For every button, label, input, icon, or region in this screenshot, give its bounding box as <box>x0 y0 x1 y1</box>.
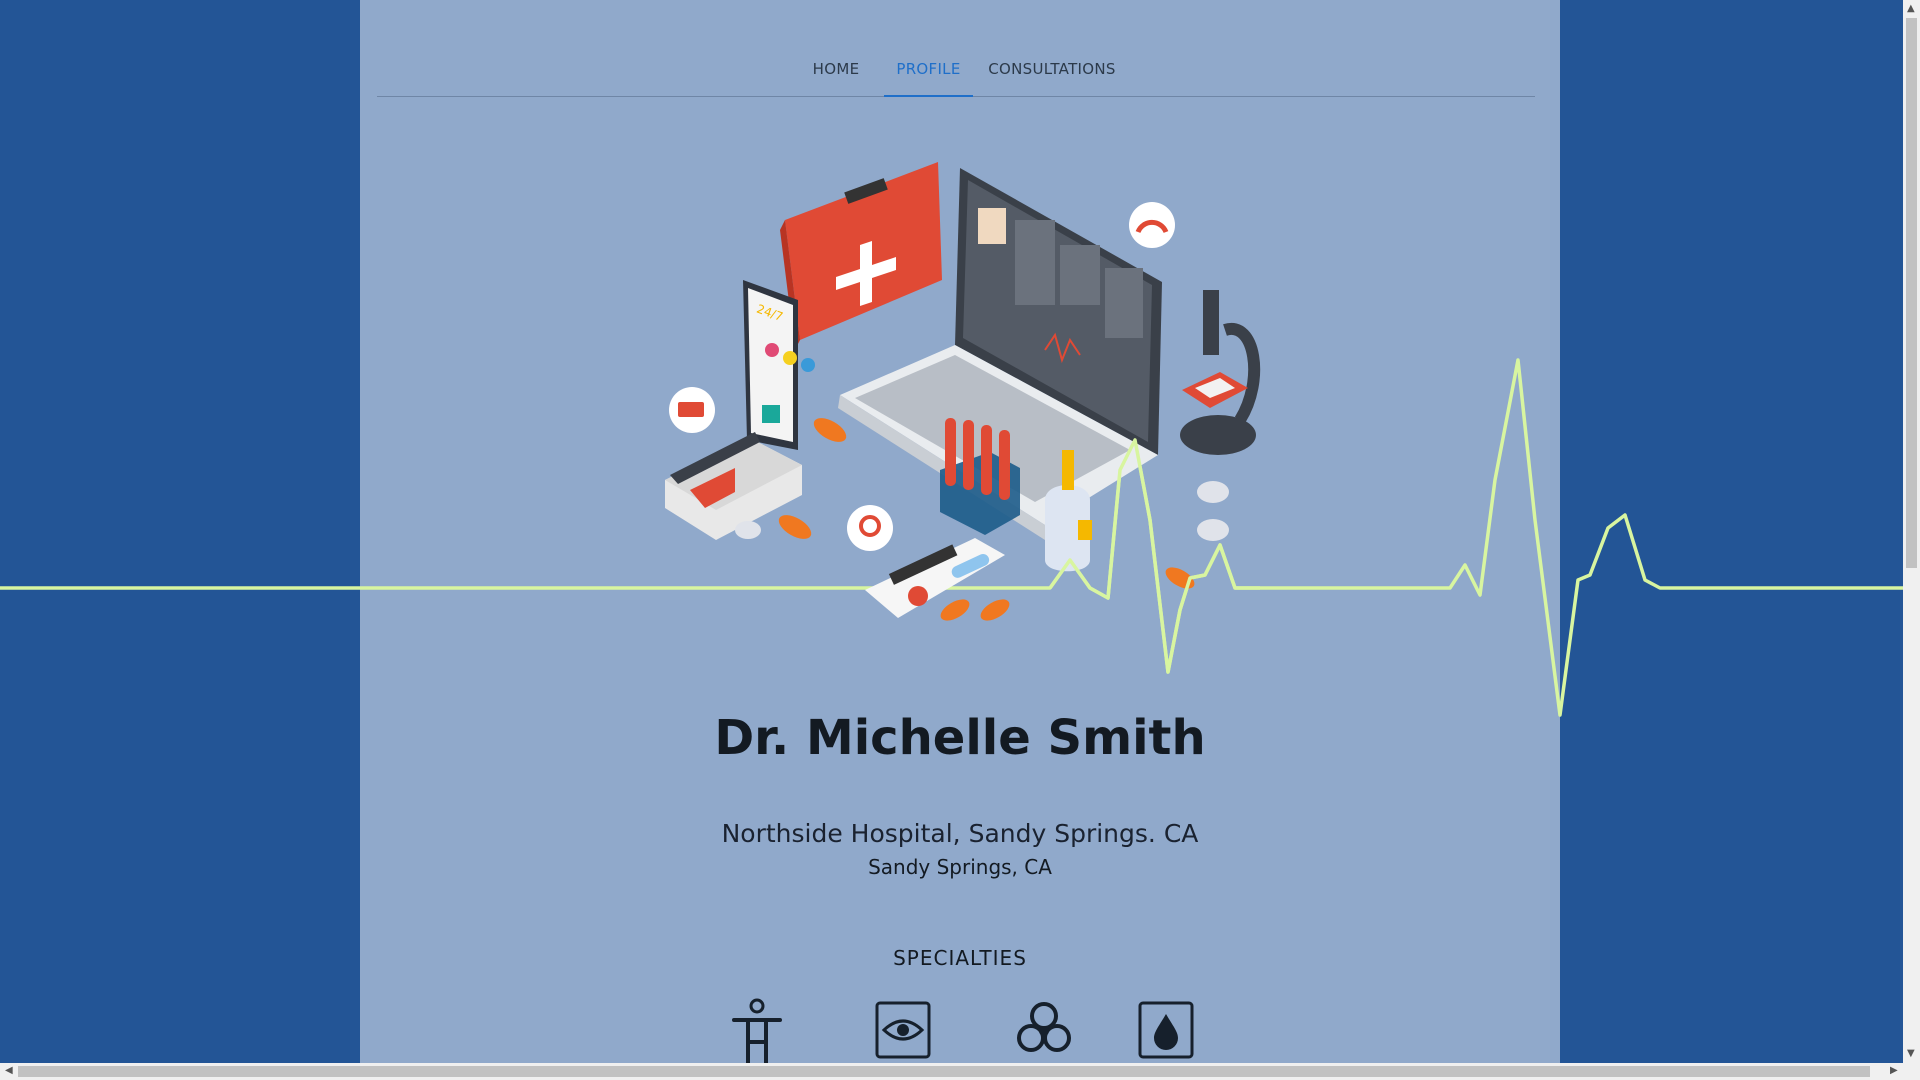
tab-consultations[interactable]: CONSULTATIONS <box>985 60 1119 97</box>
doctor-name: Dr. Michelle Smith <box>714 710 1206 766</box>
scroll-down-icon[interactable]: ▼ <box>1907 1048 1915 1059</box>
biohazard-icon[interactable] <box>1013 998 1075 1063</box>
scroll-right-icon[interactable]: ▶ <box>1890 1065 1898 1076</box>
microscope-icon <box>1180 290 1261 455</box>
scroll-left-icon[interactable]: ◀ <box>5 1065 13 1076</box>
first-aid-kit <box>780 162 942 350</box>
specialties-title: SPECIALTIES <box>893 946 1027 970</box>
horizontal-scroll-thumb[interactable] <box>18 1066 1870 1077</box>
vertical-scroll-thumb[interactable] <box>1906 18 1917 568</box>
hospital-name: Northside Hospital, Sandy Springs. CA <box>721 819 1199 848</box>
main-nav: HOME PROFILE CONSULTATIONS <box>377 0 1535 97</box>
horizontal-scrollbar[interactable]: ◀ ▶ <box>0 1063 1920 1080</box>
scroll-up-icon[interactable]: ▲ <box>1907 3 1915 14</box>
blood-drop-icon[interactable] <box>1135 998 1197 1063</box>
accessibility-icon[interactable] <box>726 998 788 1063</box>
medical-illustration: 24/7 <box>665 162 1261 621</box>
tab-home[interactable]: HOME <box>805 60 867 97</box>
eye-icon[interactable] <box>872 998 934 1063</box>
vertical-scrollbar[interactable]: ▲ ▼ <box>1903 0 1920 1063</box>
hospital-city: Sandy Springs, CA <box>868 855 1052 879</box>
tab-profile[interactable]: PROFILE <box>884 60 973 97</box>
